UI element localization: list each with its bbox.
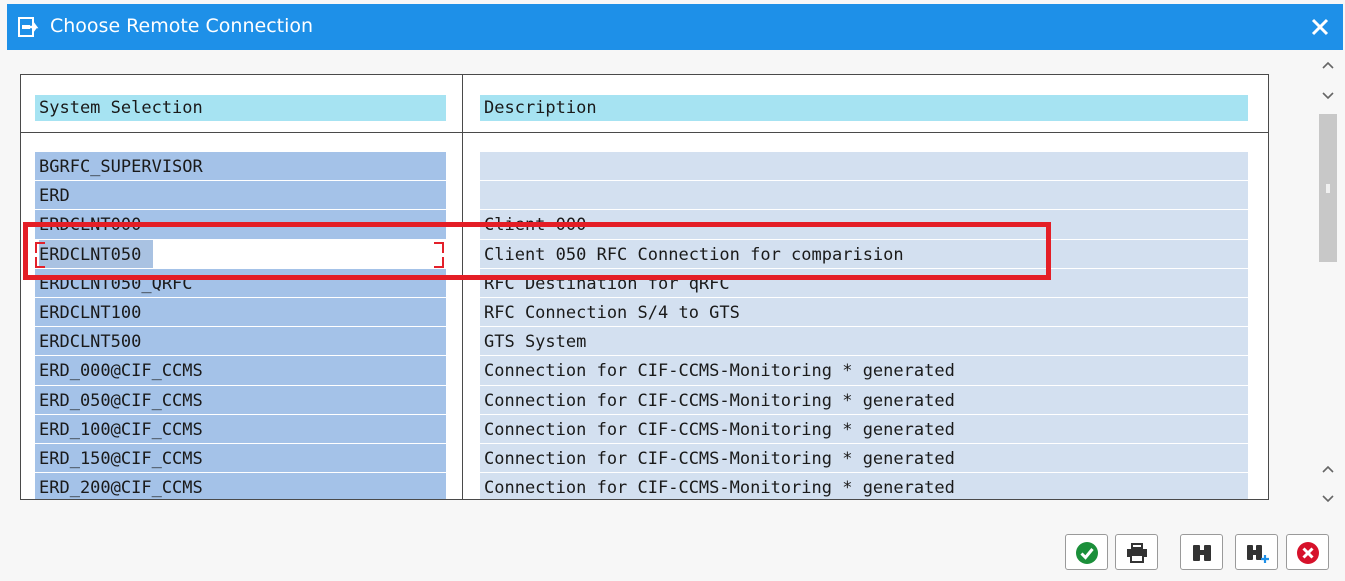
scroll-page-up-icon[interactable] (1313, 458, 1343, 480)
find-icon (1193, 545, 1211, 561)
scroll-page-down-icon[interactable] (1313, 487, 1343, 509)
table-row[interactable]: ERDCLNT100 RFC Connection S/4 to GTS (21, 297, 1268, 327)
focus-bracket (35, 241, 45, 253)
find-next-icon (1247, 545, 1269, 563)
table-row[interactable]: BGRFC_SUPERVISOR (21, 152, 1268, 181)
focus-bracket (434, 241, 444, 253)
description-cell[interactable]: Connection for CIF-CCMS-Monitoring * gen… (480, 443, 1248, 473)
vertical-scrollbar[interactable] (1313, 50, 1343, 512)
system-cell[interactable]: BGRFC_SUPERVISOR (35, 152, 446, 181)
description-cell[interactable]: Connection for CIF-CCMS-Monitoring * gen… (480, 414, 1248, 443)
window-title: Choose Remote Connection (50, 15, 314, 37)
scrollbar-thumb[interactable] (1319, 114, 1337, 262)
title-bar: Choose Remote Connection (7, 4, 1343, 50)
system-cell-selected[interactable]: ERDCLNT050 (35, 239, 446, 268)
description-cell[interactable]: RFC Connection S/4 to GTS (480, 297, 1248, 327)
confirm-button[interactable] (1065, 534, 1108, 570)
table-row[interactable]: ERD_150@CIF_CCMS Connection for CIF-CCMS… (21, 443, 1268, 473)
system-cell[interactable]: ERDCLNT500 (35, 327, 446, 356)
table-row[interactable]: ERDCLNT050_QRFC RFC Destination for qRFC (21, 268, 1268, 298)
scroll-up-icon[interactable] (1313, 54, 1343, 76)
description-cell[interactable]: Client 050 RFC Connection for comparisio… (480, 239, 1248, 268)
find-button[interactable] (1180, 534, 1223, 570)
print-button[interactable] (1115, 534, 1158, 570)
system-cell[interactable]: ERD_150@CIF_CCMS (35, 443, 446, 473)
find-next-button[interactable] (1235, 534, 1278, 570)
system-cell[interactable]: ERD_000@CIF_CCMS (35, 356, 446, 385)
description-cell[interactable] (480, 152, 1248, 181)
system-cell[interactable]: ERDCLNT050_QRFC (35, 268, 446, 297)
table-row[interactable]: ERD_050@CIF_CCMS Connection for CIF-CCMS… (21, 385, 1268, 415)
description-cell[interactable]: Client 000 (480, 210, 1248, 239)
connection-list: System Selection Description BGRFC_SUPER… (20, 74, 1269, 500)
table-row-selected[interactable]: ERDCLNT050 Client 050 RFC Connection for… (21, 239, 1268, 269)
description-cell[interactable]: RFC Destination for qRFC (480, 268, 1248, 297)
system-cell[interactable]: ERD_100@CIF_CCMS (35, 414, 446, 443)
window-app-icon (18, 17, 39, 37)
description-cell[interactable]: Connection for CIF-CCMS-Monitoring * gen… (480, 385, 1248, 414)
table-row[interactable]: ERD (21, 181, 1268, 210)
table-row[interactable]: ERD_000@CIF_CCMS Connection for CIF-CCMS… (21, 356, 1268, 385)
system-cell[interactable]: ERD (35, 181, 446, 210)
description-cell[interactable]: GTS System (480, 327, 1248, 356)
selected-system-value: ERDCLNT050 (39, 239, 154, 268)
close-icon[interactable] (1307, 14, 1333, 40)
scrollbar-grip (1326, 184, 1330, 193)
table-row[interactable]: ERDCLNT000 Client 000 (21, 210, 1268, 239)
cancel-icon (1297, 542, 1319, 564)
column-header-description[interactable]: Description (480, 95, 1248, 121)
table-rows: BGRFC_SUPERVISOR ERD ERDCLNT000 Client 0… (21, 152, 1268, 499)
description-cell[interactable]: Connection for CIF-CCMS-Monitoring * gen… (480, 356, 1248, 385)
description-cell[interactable] (480, 181, 1248, 210)
scroll-down-icon[interactable] (1313, 84, 1343, 106)
cancel-button[interactable] (1286, 534, 1329, 570)
system-cell[interactable]: ERD_200@CIF_CCMS (35, 473, 446, 499)
table-row[interactable]: ERD_200@CIF_CCMS Connection for CIF-CCMS… (21, 473, 1268, 499)
print-icon (1127, 543, 1147, 563)
column-header-system-selection[interactable]: System Selection (35, 95, 446, 121)
system-cell[interactable]: ERDCLNT000 (35, 210, 446, 239)
header-divider (21, 132, 1268, 133)
table-row[interactable]: ERDCLNT500 GTS System (21, 327, 1268, 356)
remote-connection-dialog: Choose Remote Connection System Selectio… (0, 0, 1345, 581)
confirm-icon (1076, 542, 1098, 564)
system-cell[interactable]: ERDCLNT100 (35, 297, 446, 327)
table-row[interactable]: ERD_100@CIF_CCMS Connection for CIF-CCMS… (21, 414, 1268, 444)
system-cell[interactable]: ERD_050@CIF_CCMS (35, 385, 446, 414)
focus-bracket (434, 256, 444, 268)
focus-bracket (35, 256, 45, 268)
description-cell[interactable]: Connection for CIF-CCMS-Monitoring * gen… (480, 473, 1248, 499)
